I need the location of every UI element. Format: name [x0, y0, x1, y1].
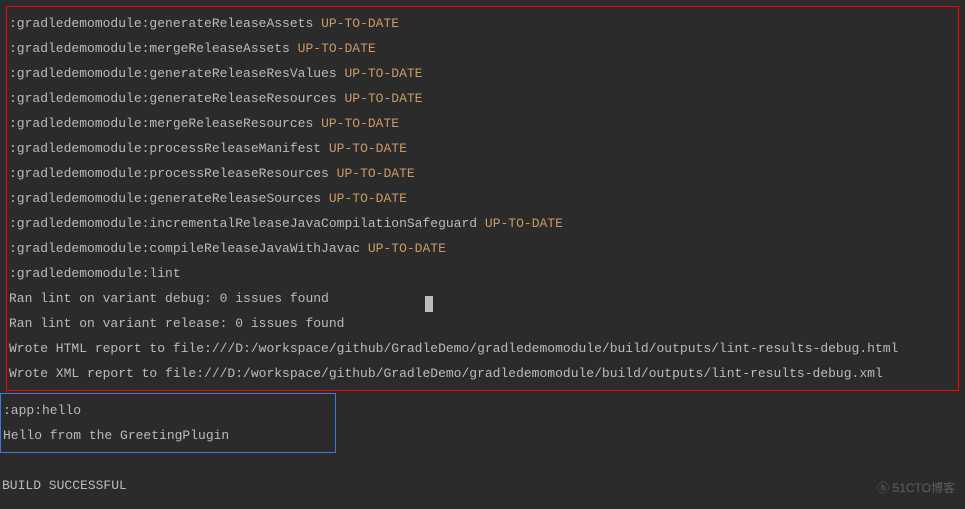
- task-name: :gradledemomodule:generateReleaseSources: [9, 191, 321, 206]
- task-status: UP-TO-DATE: [344, 66, 422, 81]
- task-name: :gradledemomodule:generateReleaseResValu…: [9, 66, 337, 81]
- lint-report-line: Wrote HTML report to file:///D:/workspac…: [7, 336, 958, 361]
- watermark: ⓑ 51CTO博客: [877, 476, 955, 501]
- task-line: :gradledemomodule:processReleaseResource…: [7, 161, 958, 186]
- lint-result-line: Ran lint on variant release: 0 issues fo…: [7, 311, 958, 336]
- task-name: :gradledemomodule:generateReleaseResourc…: [9, 91, 337, 106]
- task-name: :gradledemomodule:processReleaseResource…: [9, 166, 329, 181]
- build-console: :gradledemomodule:generateReleaseAssets …: [0, 6, 965, 498]
- task-line: :gradledemomodule:processReleaseManifest…: [7, 136, 958, 161]
- task-status: UP-TO-DATE: [321, 16, 399, 31]
- task-line: :gradledemomodule:lint: [7, 261, 958, 286]
- blog-icon: ⓑ: [877, 481, 889, 495]
- task-line: :gradledemomodule:incrementalReleaseJava…: [7, 211, 958, 236]
- lint-report-line: Wrote XML report to file:///D:/workspace…: [7, 361, 958, 386]
- task-name: :gradledemomodule:compileReleaseJavaWith…: [9, 241, 360, 256]
- task-status: UP-TO-DATE: [321, 116, 399, 131]
- task-status: UP-TO-DATE: [329, 191, 407, 206]
- task-status: UP-TO-DATE: [337, 166, 415, 181]
- task-name: :gradledemomodule:lint: [9, 266, 181, 281]
- lint-output-block: :gradledemomodule:generateReleaseAssets …: [6, 6, 959, 391]
- task-name: :gradledemomodule:mergeReleaseResources: [9, 116, 313, 131]
- task-line: :gradledemomodule:generateReleaseSources…: [7, 186, 958, 211]
- task-line: :gradledemomodule:mergeReleaseResources …: [7, 111, 958, 136]
- build-successful: BUILD SUCCESSFUL: [0, 473, 965, 498]
- task-line: :gradledemomodule:mergeReleaseAssets UP-…: [7, 36, 958, 61]
- task-name: :gradledemomodule:processReleaseManifest: [9, 141, 321, 156]
- task-status: UP-TO-DATE: [485, 216, 563, 231]
- task-status: UP-TO-DATE: [329, 141, 407, 156]
- lint-result-line: Ran lint on variant debug: 0 issues foun…: [7, 286, 958, 311]
- plugin-output-block: :app:hello Hello from the GreetingPlugin: [0, 393, 336, 453]
- task-name: :gradledemomodule:generateReleaseAssets: [9, 16, 313, 31]
- task-status: UP-TO-DATE: [344, 91, 422, 106]
- plugin-greeting-line: Hello from the GreetingPlugin: [1, 423, 335, 448]
- watermark-text: 51CTO博客: [893, 481, 955, 495]
- task-name: :gradledemomodule:incrementalReleaseJava…: [9, 216, 477, 231]
- text-cursor: [425, 296, 433, 312]
- task-name: :gradledemomodule:mergeReleaseAssets: [9, 41, 290, 56]
- task-line: :app:hello: [1, 398, 335, 423]
- task-line: :gradledemomodule:compileReleaseJavaWith…: [7, 236, 958, 261]
- task-status: UP-TO-DATE: [298, 41, 376, 56]
- task-line: :gradledemomodule:generateReleaseAssets …: [7, 11, 958, 36]
- task-line: :gradledemomodule:generateReleaseResourc…: [7, 86, 958, 111]
- task-line: :gradledemomodule:generateReleaseResValu…: [7, 61, 958, 86]
- task-status: UP-TO-DATE: [368, 241, 446, 256]
